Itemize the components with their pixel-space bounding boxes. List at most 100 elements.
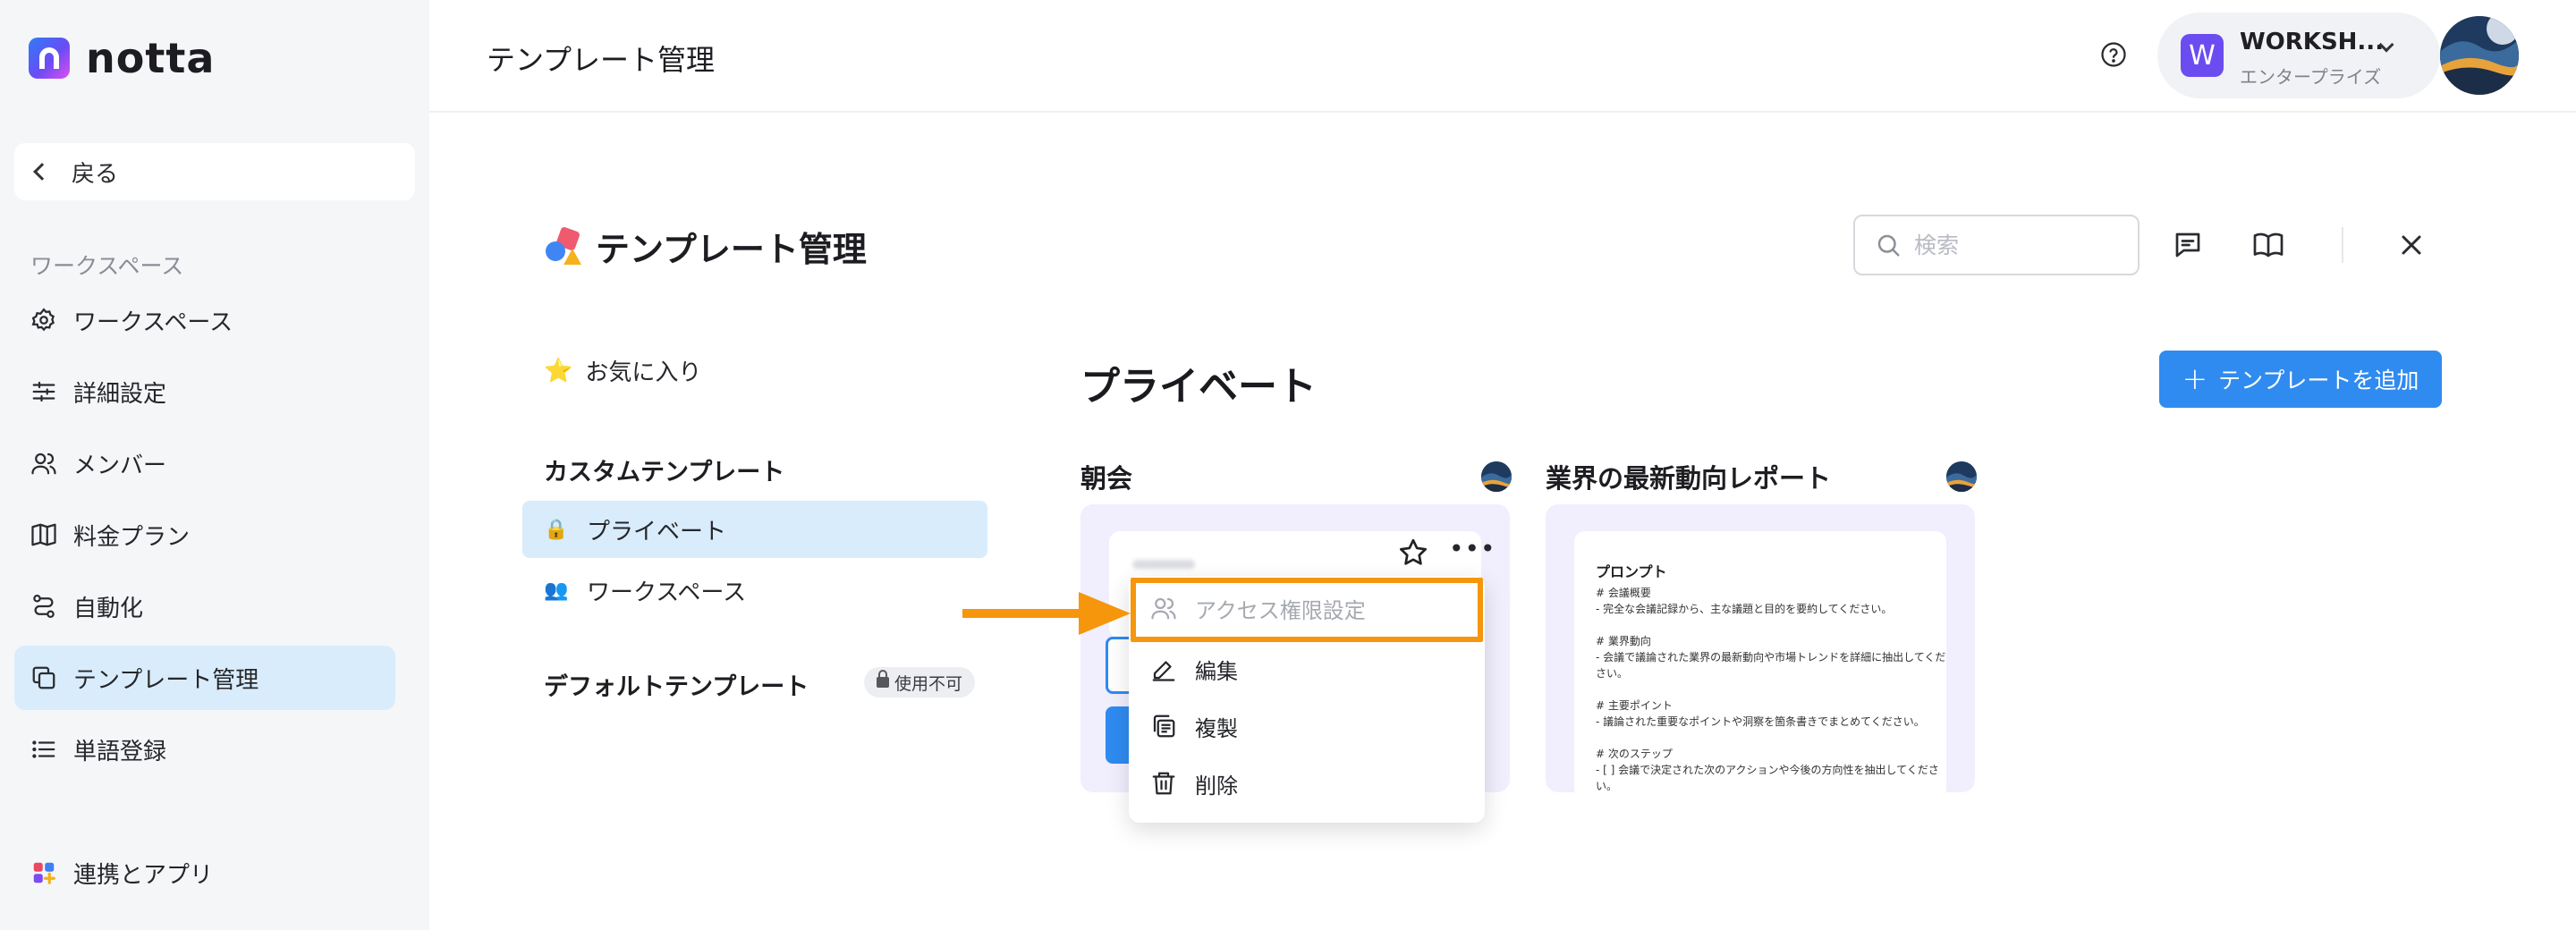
card-title[interactable]: 業界の最新動向レポート [1546, 458, 1831, 495]
sidebar-section-label: ワークスペース [30, 253, 184, 279]
sidebar-nav: ワークスペース 詳細設定 メンバー 料金プラン 自動化 テンプレート管理 単語登… [14, 288, 395, 789]
sidebar-item-label: 詳細設定 [73, 380, 167, 408]
back-button-label: 戻る [72, 160, 119, 188]
add-template-label: テンプレートを追加 [2218, 368, 2419, 393]
menu-item-label: 複製 [1195, 715, 1238, 741]
menu-item-duplicate[interactable]: 複製 [1129, 698, 1485, 755]
workspace-plan: エンタープライズ [2240, 66, 2382, 88]
gear-icon [31, 308, 55, 332]
book-icon[interactable] [2252, 229, 2284, 261]
card-preview: プロンプト # 会議概要 - 完全な会議記録から、主な議題と目的を要約してくださ… [1574, 531, 1946, 792]
lock-icon: 🔒 [544, 518, 569, 541]
arrow-annotation-icon [962, 592, 1131, 635]
menu-item-delete[interactable]: 削除 [1129, 755, 1485, 812]
default-templates-heading: デフォルトテンプレート [544, 673, 809, 701]
search-box[interactable] [1853, 215, 2140, 275]
add-template-button[interactable]: + テンプレートを追加 [2159, 351, 2442, 408]
template-card[interactable]: プロンプト # 会議概要 - 完全な会議記録から、主な議題と目的を要約してくださ… [1546, 504, 1975, 792]
category-item-workspace[interactable]: 👥 ワークスペース [522, 562, 987, 619]
lock-icon [877, 670, 889, 688]
sidebar-item-pricing[interactable]: 料金プラン [14, 503, 395, 567]
sidebar-item-label: 連携とアプリ [73, 861, 214, 889]
avatar-image [2440, 16, 2519, 95]
preview-line: - [ ] 会議で決定された次のアクションや今後の方向性を抽出してくださ [1596, 764, 1939, 776]
back-button[interactable]: 戻る [14, 143, 415, 200]
sidebar-item-label: 単語登録 [73, 738, 167, 765]
preview-line: さい。 [1596, 667, 1629, 680]
badge-label: 使用不可 [894, 673, 963, 694]
sidebar-item-template-management[interactable]: テンプレート管理 [14, 646, 395, 710]
preview-heading: プロンプト [1596, 563, 1667, 580]
chevron-left-icon [33, 163, 51, 181]
automation-icon [33, 595, 55, 618]
sidebar-item-members[interactable]: メンバー [14, 431, 395, 495]
feedback-icon[interactable] [2172, 229, 2204, 261]
favorites-item[interactable]: ⭐ お気に入り [544, 354, 701, 387]
sidebar-item-advanced-settings[interactable]: 詳細設定 [14, 359, 395, 424]
user-avatar[interactable] [2440, 16, 2519, 95]
menu-item-label: 編集 [1195, 658, 1238, 684]
users-icon [31, 452, 56, 475]
people-icon: 👥 [544, 579, 569, 602]
panel-title-text: テンプレート管理 [596, 230, 867, 269]
workspace-switcher[interactable]: W WORKSH... エンタープライズ [2157, 13, 2440, 98]
template-shapes-icon [546, 226, 581, 265]
sidebar-bottom: 連携とアプリ [14, 841, 395, 912]
card-owner-avatar [1481, 461, 1512, 492]
panel-title: テンプレート管理 [544, 222, 867, 271]
template-icon [32, 666, 55, 689]
trash-icon [1152, 772, 1175, 795]
category-item-label: プライベート [587, 518, 727, 545]
sidebar-item-label: テンプレート管理 [73, 666, 259, 694]
blurred-preview-line [1132, 560, 1195, 569]
preview-line: # 業界動向 [1596, 635, 1651, 647]
menu-item-label: 削除 [1195, 773, 1238, 799]
sidebar-item-workspace[interactable]: ワークスペース [14, 288, 395, 352]
more-options-icon[interactable]: ••• [1449, 537, 1496, 565]
notta-logo-icon [29, 38, 70, 79]
favorites-label: お気に入り [585, 359, 702, 386]
sidebar-item-label: 自動化 [73, 595, 144, 622]
preview-line: - 議論された重要なポイントや洞察を箇条書きでまとめてください。 [1596, 715, 1925, 728]
notta-logo[interactable]: notta [29, 34, 215, 82]
favorite-star-icon[interactable] [1397, 537, 1429, 569]
close-icon[interactable] [2395, 229, 2428, 261]
sidebar-item-vocabulary[interactable]: 単語登録 [14, 717, 395, 782]
sidebar: notta 戻る ワークスペース ワークスペース 詳細設定 メンバー 料金プラン… [0, 0, 429, 930]
workspace-avatar: W [2181, 34, 2224, 77]
star-icon: ⭐ [544, 357, 573, 385]
sidebar-item-label: ワークスペース [73, 309, 233, 336]
card-owner-avatar [1946, 461, 1977, 492]
map-icon [31, 523, 56, 546]
card-title[interactable]: 朝会 [1080, 458, 1132, 495]
preview-line: # 会議概要 [1596, 587, 1651, 599]
sliders-icon [32, 381, 55, 402]
sidebar-item-integrations[interactable]: 連携とアプリ [14, 841, 395, 905]
sidebar-item-automation[interactable]: 自動化 [14, 574, 395, 638]
preview-line: い。 [1596, 780, 1618, 792]
custom-templates-heading: カスタムテンプレート [544, 459, 785, 486]
preview-line: - 完全な会議記録から、主な議題と目的を要約してください。 [1596, 603, 1893, 615]
preview-line: - 会議で議論された業界の最新動向や市場トレンドを詳細に抽出してくだ [1596, 651, 1946, 664]
search-input[interactable] [1914, 232, 2111, 258]
workspace-name: WORKSH... [2240, 29, 2385, 55]
page-title: テンプレート管理 [487, 43, 716, 77]
preview-line: # 次のステップ [1596, 748, 1673, 760]
toolbar-divider [2342, 227, 2343, 263]
sidebar-item-label: 料金プラン [73, 523, 191, 551]
plus-icon: + [2182, 361, 2208, 397]
sidebar-item-label: メンバー [73, 452, 167, 479]
search-icon [1877, 234, 1900, 257]
list-icon [32, 740, 55, 758]
category-item-private[interactable]: 🔒 プライベート [522, 501, 987, 558]
copy-icon [1153, 714, 1175, 738]
apps-icon [33, 862, 55, 884]
top-header: テンプレート管理 W WORKSH... エンタープライズ [429, 0, 2576, 113]
section-heading: プライベート [1080, 364, 1317, 410]
unavailable-badge: 使用不可 [864, 667, 976, 698]
menu-item-edit[interactable]: 編集 [1129, 640, 1485, 698]
brand-name: notta [86, 34, 216, 82]
highlight-annotation [1131, 578, 1483, 642]
pencil-icon [1152, 661, 1175, 681]
help-icon[interactable] [2100, 41, 2127, 68]
